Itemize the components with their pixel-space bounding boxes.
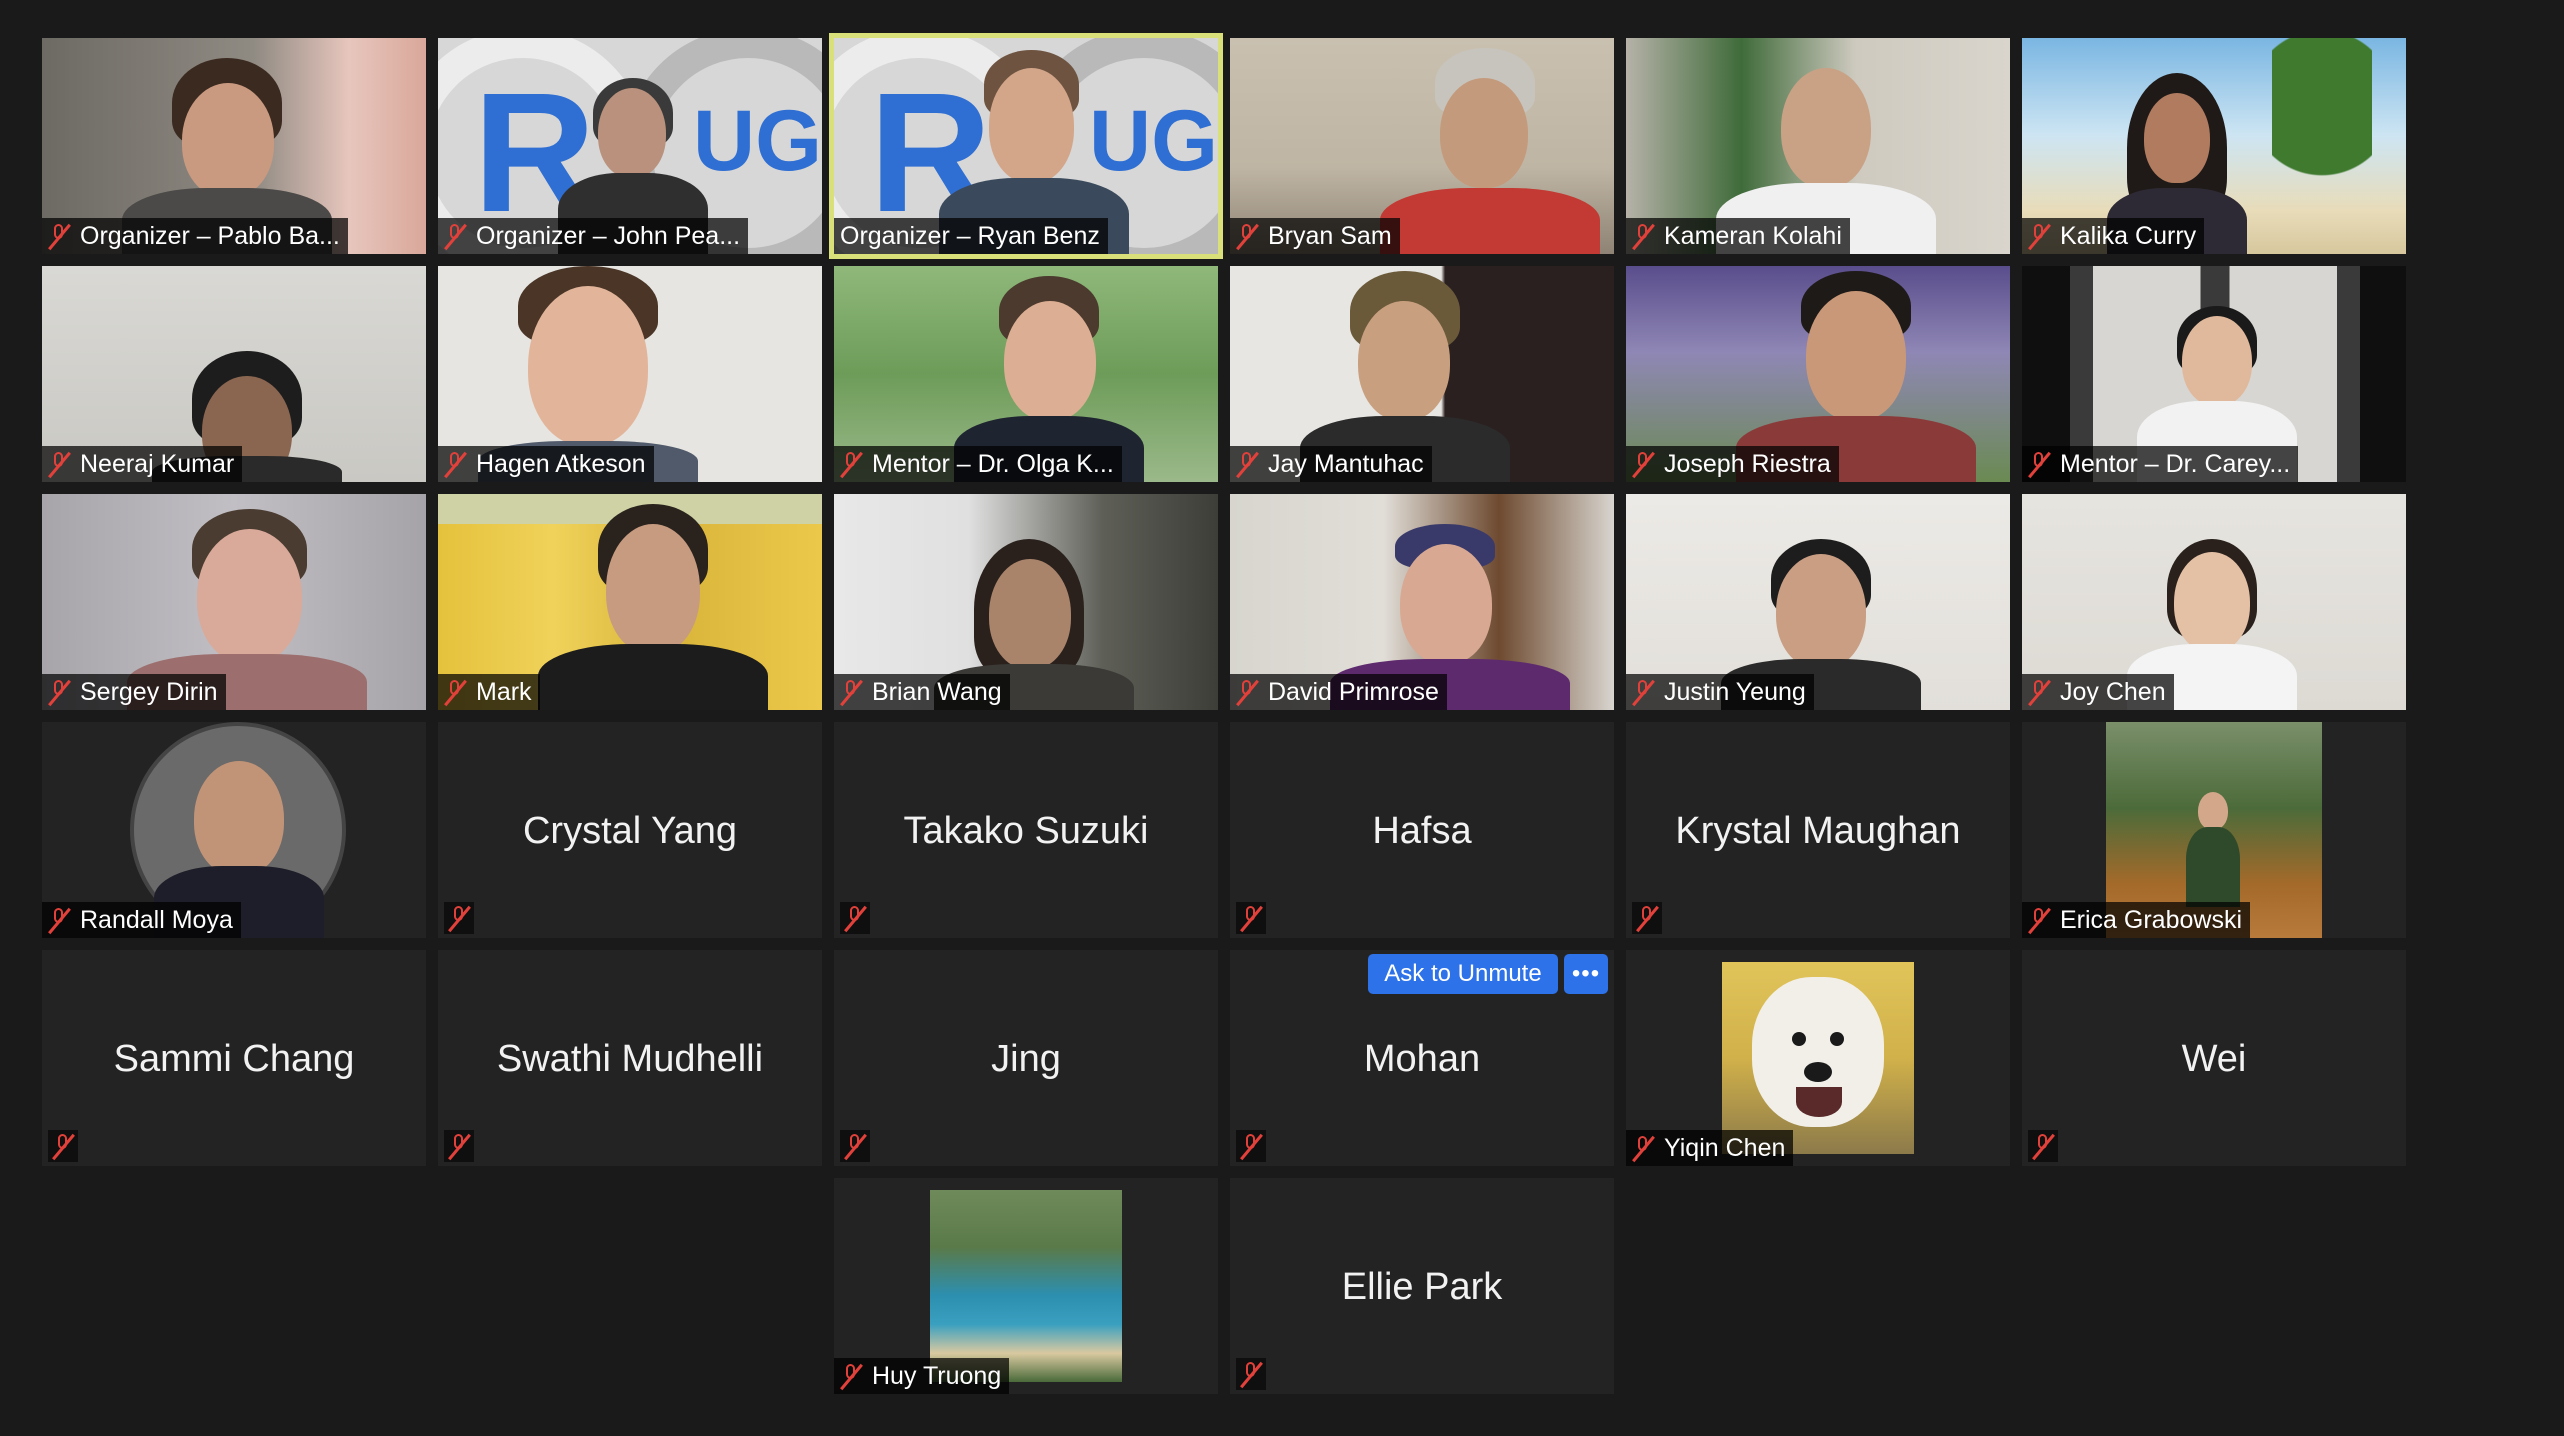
mic-muted-icon [444,222,466,250]
mic-muted-icon [1236,1358,1266,1390]
participant-name-label: Erica Grabowski [2022,902,2250,938]
participant-name: Takako Suzuki [903,810,1149,852]
mic-muted-icon [1632,1134,1654,1162]
mic-muted-icon [840,678,862,706]
participant-tile[interactable]: Randall Moya [42,722,426,938]
mic-muted-icon [1236,450,1258,478]
mic-muted-icon [48,222,70,250]
participant-name: Ellie Park [1341,1266,1503,1308]
mic-muted-icon [48,678,70,706]
participant-name-label: Mark [438,674,540,710]
participant-name: Jing [991,1038,1061,1080]
participant-name-label: Mentor – Dr. Olga K... [834,446,1122,482]
participant-name-label: Randall Moya [42,902,241,938]
participant-tile[interactable]: Kameran Kolahi [1626,38,2010,254]
mic-muted-icon [2028,222,2050,250]
participant-avatar [930,1190,1122,1382]
participant-tile[interactable]: Joy Chen [2022,494,2406,710]
participant-tile[interactable]: Sergey Dirin [42,494,426,710]
participant-tile[interactable]: Hafsa [1230,722,1614,938]
mic-muted-icon [1236,678,1258,706]
participant-tile[interactable]: Mentor – Dr. Olga K... [834,266,1218,482]
mic-muted-icon [444,902,474,934]
mic-muted-icon [1632,450,1654,478]
participant-tile[interactable]: Joseph Riestra [1626,266,2010,482]
participant-tile[interactable]: Huy Truong [834,1178,1218,1394]
participant-tile[interactable]: Mark [438,494,822,710]
mic-muted-icon [2028,1130,2058,1162]
participant-tile[interactable]: Yiqin Chen [1626,950,2010,1166]
participant-name-label: Organizer – Ryan Benz [834,218,1108,254]
participant-name: Crystal Yang [522,810,738,852]
mic-muted-icon [840,1130,870,1162]
participant-name-label: Yiqin Chen [1626,1130,1794,1166]
participant-tile[interactable]: Mentor – Dr. Carey... [2022,266,2406,482]
ask-to-unmute-button[interactable]: Ask to Unmute [1368,954,1558,994]
mic-muted-icon [1236,222,1258,250]
participant-tile[interactable]: Hagen Atkeson [438,266,822,482]
mic-muted-icon [840,902,870,934]
participant-name-label: Bryan Sam [1230,218,1400,254]
participant-name-label: David Primrose [1230,674,1447,710]
mic-muted-icon [840,450,862,478]
participant-tile[interactable]: Neeraj Kumar [42,266,426,482]
participant-name: Krystal Maughan [1675,810,1961,852]
participant-name-label: Huy Truong [834,1358,1010,1394]
participant-avatar [1722,962,1914,1154]
participant-name: Mohan [1363,1038,1481,1080]
participant-name: Sammi Chang [113,1038,355,1080]
participant-tile[interactable]: Sammi Chang [42,950,426,1166]
mic-muted-icon [1632,678,1654,706]
participant-tile[interactable]: Jay Mantuhac [1230,266,1614,482]
participant-tile[interactable]: Swathi Mudhelli [438,950,822,1166]
participant-tile[interactable]: Brian Wang [834,494,1218,710]
participant-name-label: Organizer – Pablo Ba... [42,218,348,254]
mic-muted-icon [444,678,466,706]
participant-tile[interactable]: Kalika Curry [2022,38,2406,254]
mic-muted-icon [48,450,70,478]
video-grid: Organizer – Pablo Ba... R UG Organizer –… [0,0,2564,1436]
participant-name-label: Kameran Kolahi [1626,218,1850,254]
participant-name-label: Hagen Atkeson [438,446,654,482]
participant-tile[interactable]: Erica Grabowski [2022,722,2406,938]
participant-tile[interactable]: Ellie Park [1230,1178,1614,1394]
participant-tile[interactable]: R UG Organizer – John Pea... [438,38,822,254]
participant-name-label: Mentor – Dr. Carey... [2022,446,2299,482]
mic-muted-icon [2028,678,2050,706]
participant-name: Wei [2181,1038,2247,1080]
participant-name-label: Sergey Dirin [42,674,226,710]
participant-name-label: Organizer – John Pea... [438,218,749,254]
participant-tile[interactable]: Justin Yeung [1626,494,2010,710]
participant-tile[interactable]: Jing [834,950,1218,1166]
participant-tile[interactable]: Bryan Sam [1230,38,1614,254]
participant-name-label: Justin Yeung [1626,674,1814,710]
participant-tile[interactable]: Krystal Maughan [1626,722,2010,938]
participant-tile[interactable]: Takako Suzuki [834,722,1218,938]
mic-muted-icon [1236,1130,1266,1162]
mic-muted-icon [1632,222,1654,250]
participant-name-label: Kalika Curry [2022,218,2205,254]
participant-tile[interactable]: David Primrose [1230,494,1614,710]
participant-tile[interactable]: Organizer – Pablo Ba... [42,38,426,254]
participant-name-label: Joy Chen [2022,674,2174,710]
mic-muted-icon [444,450,466,478]
participant-name-label: Neeraj Kumar [42,446,243,482]
participant-name: Swathi Mudhelli [496,1038,764,1080]
participant-name: Hafsa [1372,810,1472,852]
mic-muted-icon [2028,450,2050,478]
participant-name-label: Joseph Riestra [1626,446,1839,482]
mic-muted-icon [2028,906,2050,934]
participant-tile[interactable]: Crystal Yang [438,722,822,938]
mic-muted-icon [444,1130,474,1162]
mic-muted-icon [48,906,70,934]
mic-muted-icon [48,1130,78,1162]
participant-name-label: Jay Mantuhac [1230,446,1432,482]
participant-tile[interactable]: Wei [2022,950,2406,1166]
participant-tile-active-speaker[interactable]: R UG Organizer – Ryan Benz [829,33,1223,259]
more-options-icon[interactable]: ••• [1564,954,1608,994]
mic-muted-icon [1236,902,1266,934]
mic-muted-icon [1632,902,1662,934]
participant-name-label: Brian Wang [834,674,1010,710]
mic-muted-icon [840,1362,862,1390]
